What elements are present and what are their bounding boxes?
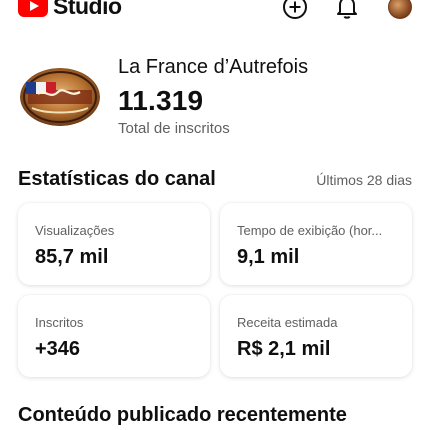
studio-logo[interactable]: Studio [18, 0, 122, 18]
stat-card-revenue[interactable]: Receita estimada R$ 2,1 mil [220, 295, 412, 377]
recent-content-title: Conteúdo publicado recentemente [18, 404, 347, 426]
stat-card-label: Tempo de exibição (hor... [237, 223, 383, 238]
stat-card-views[interactable]: Visualizações 85,7 mil [18, 203, 210, 285]
logo-text: Studio [53, 0, 122, 19]
channel-name: La France d’Autrefois [118, 56, 309, 78]
stat-card-label: Inscritos [35, 315, 84, 330]
youtube-logo-icon [18, 0, 48, 17]
stats-section-title: Estatísticas do canal [18, 168, 216, 190]
stat-card-value: +346 [35, 338, 81, 360]
stats-period: Últimos 28 dias [316, 172, 412, 188]
channel-avatar[interactable] [20, 68, 100, 126]
stat-card-label: Visualizações [35, 223, 115, 238]
top-bar: Studio [0, 0, 430, 26]
bell-icon [337, 0, 357, 19]
plus-circle-icon [283, 0, 307, 19]
stat-card-value: R$ 2,1 mil [237, 338, 331, 360]
create-button[interactable] [281, 0, 309, 21]
stat-card-value: 85,7 mil [35, 246, 109, 268]
stat-card-value: 9,1 mil [237, 246, 300, 268]
subscriber-count: 11.319 [118, 85, 204, 116]
stat-card-watch-time[interactable]: Tempo de exibição (hor... 9,1 mil [220, 203, 412, 285]
notifications-button[interactable] [333, 0, 361, 21]
subscriber-label: Total de inscritos [118, 120, 230, 137]
channel-logo-icon [20, 68, 100, 126]
stat-card-subscribers[interactable]: Inscritos +346 [18, 295, 210, 377]
account-avatar[interactable] [388, 0, 412, 19]
stat-card-label: Receita estimada [237, 315, 338, 330]
